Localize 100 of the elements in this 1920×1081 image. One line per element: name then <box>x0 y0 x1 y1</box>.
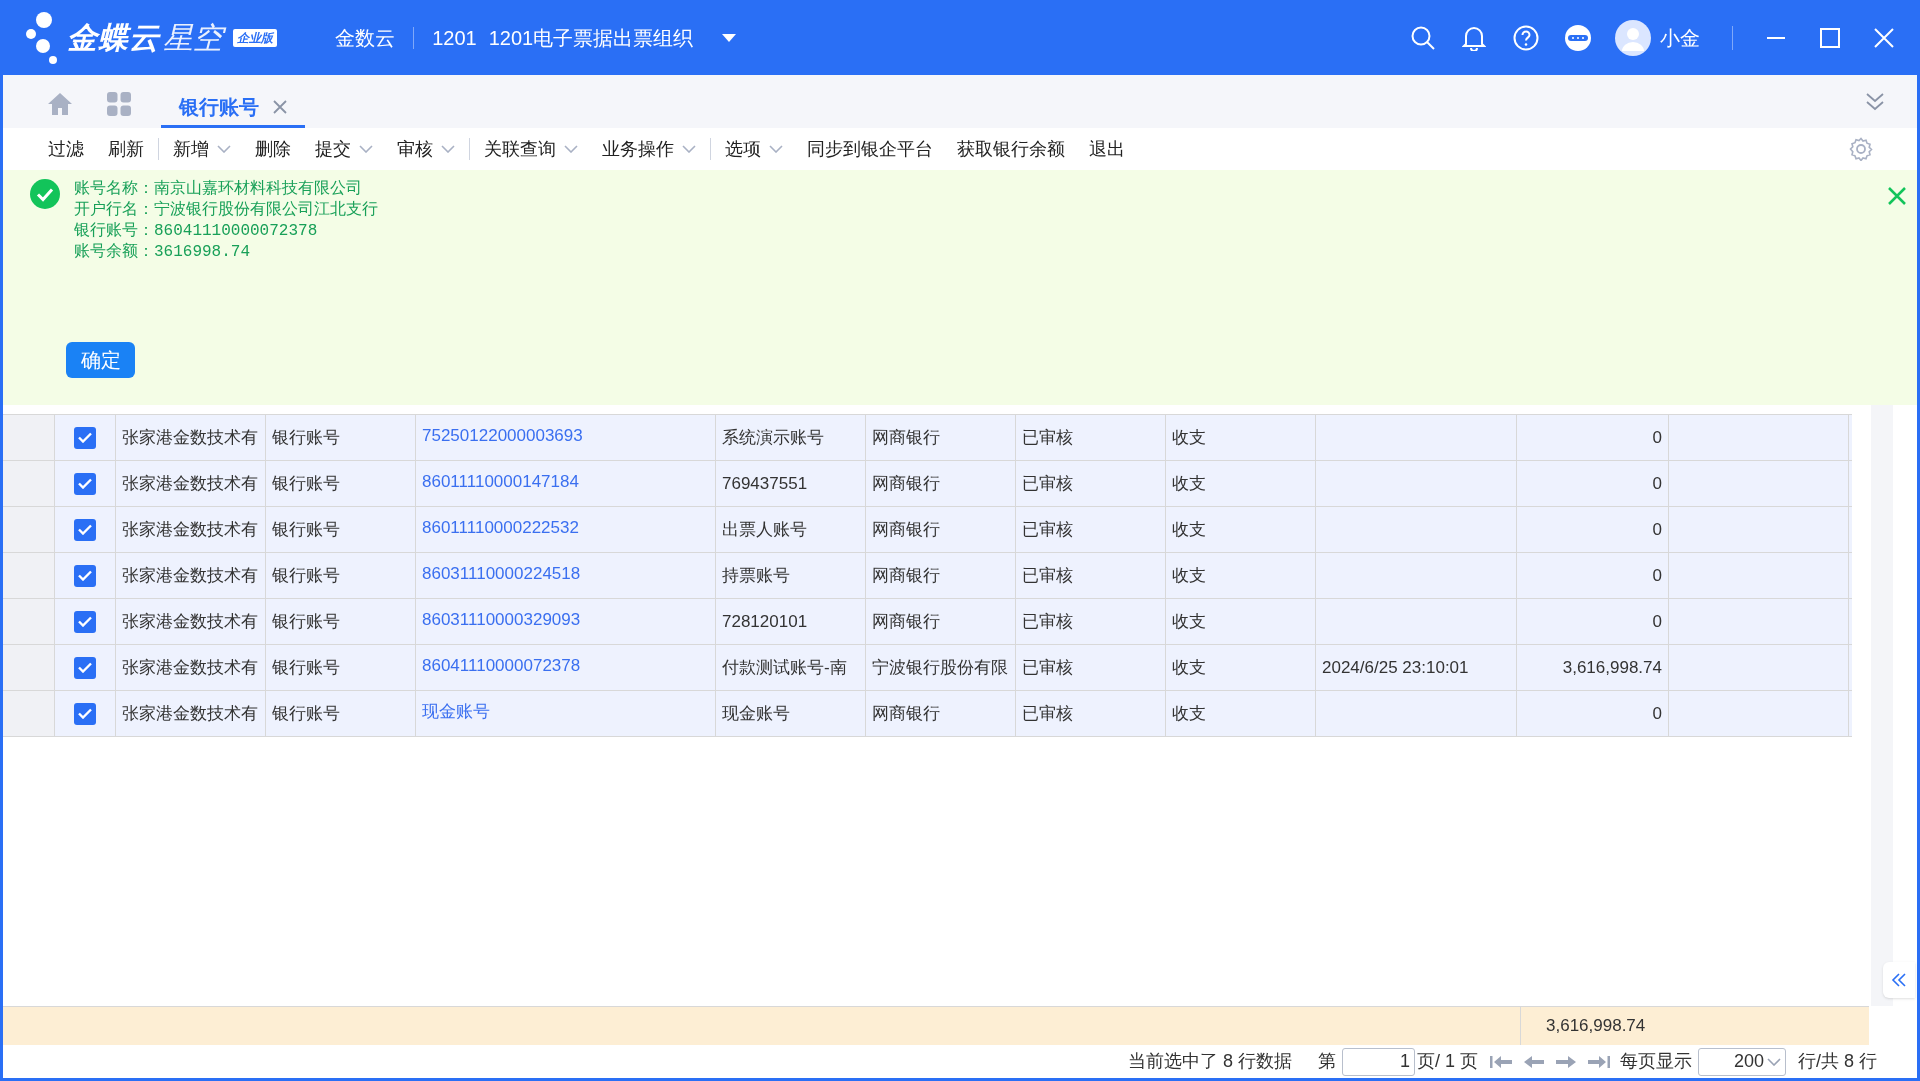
message-line: 开户行名：宁波银行股份有限公司江北支行 <box>74 200 378 221</box>
check-icon <box>78 524 92 535</box>
table-cell-text: 728120101 <box>722 610 808 633</box>
toolbar-button[interactable]: 选项 <box>713 133 795 165</box>
toolbar-button[interactable]: 刷新 <box>96 133 156 165</box>
page-size-label: 每页显示 <box>1620 1050 1692 1073</box>
toolbar-button[interactable]: 退出 <box>1077 133 1137 165</box>
toolbar-button[interactable]: 删除 <box>243 133 303 165</box>
table-cell-text: 银行账号 <box>272 518 340 541</box>
chevron-down-icon <box>682 145 696 153</box>
toolbar-button[interactable]: 新增 <box>161 133 243 165</box>
toolbar-button[interactable]: 同步到银企平台 <box>795 133 945 165</box>
table-cell-text: 收支 <box>1172 610 1206 633</box>
account-link[interactable]: 75250122000003693 <box>422 422 583 449</box>
bell-icon[interactable] <box>1462 24 1486 51</box>
checkbox[interactable] <box>74 656 96 679</box>
table-cell-text: 已审核 <box>1022 656 1073 679</box>
checkbox[interactable] <box>74 610 96 633</box>
org-short-name[interactable]: 金数云 <box>335 22 396 53</box>
table-cell-text: 0 <box>1652 564 1662 587</box>
table-cell-text: 收支 <box>1172 518 1206 541</box>
table-cell-text: 收支 <box>1172 564 1206 587</box>
checkbox[interactable] <box>74 426 96 449</box>
table-cell-text: 张家港金数技术有 <box>122 656 258 679</box>
caret-down-icon[interactable] <box>721 32 738 43</box>
page-size-select[interactable]: 200 <box>1698 1047 1786 1076</box>
toolbar-button[interactable]: 过滤 <box>36 133 96 165</box>
toolbar-button[interactable]: 审核 <box>385 133 467 165</box>
double-chevron-left-icon <box>1891 973 1907 987</box>
table-cell-text: 2024/6/25 23:10:01 <box>1322 656 1469 679</box>
chevron-down-icon <box>441 145 455 153</box>
check-icon <box>78 570 92 581</box>
table-cell-text: 收支 <box>1172 472 1206 495</box>
org-code[interactable]: 1201 <box>432 22 477 53</box>
page-input[interactable]: 1 <box>1341 1047 1415 1076</box>
close-icon[interactable] <box>1887 186 1907 206</box>
table-cell-text: 银行账号 <box>272 564 340 587</box>
chevron-down-icon <box>769 145 783 153</box>
org-name[interactable]: 1201电子票据出票组织 <box>488 22 694 53</box>
settings-icon[interactable] <box>1849 137 1873 161</box>
maximize-icon[interactable] <box>1819 26 1841 49</box>
table-cell-text: 已审核 <box>1022 426 1073 449</box>
check-icon <box>78 662 92 673</box>
success-check-icon <box>30 179 60 209</box>
checkbox[interactable] <box>74 702 96 725</box>
collapse-chevrons-icon[interactable] <box>1865 92 1885 112</box>
close-icon[interactable] <box>273 99 287 114</box>
table-cell-text: 网商银行 <box>872 426 940 449</box>
table-cell-text: 网商银行 <box>872 610 940 633</box>
table-cell-text: 已审核 <box>1022 610 1073 633</box>
help-icon[interactable] <box>1513 24 1539 51</box>
table-cell-text: 已审核 <box>1022 702 1073 725</box>
toolbar-button[interactable]: 业务操作 <box>590 133 708 165</box>
account-link[interactable]: 现金账号 <box>422 698 490 725</box>
account-link[interactable]: 86031110000329093 <box>422 606 581 633</box>
next-page-icon[interactable] <box>1556 1054 1576 1069</box>
first-page-icon[interactable] <box>1490 1054 1512 1069</box>
table-cell-text: 银行账号 <box>272 426 340 449</box>
table-cell-text: 持票账号 <box>722 564 790 587</box>
checkbox[interactable] <box>74 518 96 541</box>
chevron-down-icon <box>359 145 373 153</box>
table-cell-text: 付款测试账号-南 <box>722 656 847 679</box>
chat-icon[interactable] <box>1565 24 1591 51</box>
table-cell-text: 收支 <box>1172 702 1206 725</box>
page-label: 第 <box>1317 1050 1336 1073</box>
search-icon[interactable] <box>1410 24 1436 51</box>
account-link[interactable]: 86011110000147184 <box>422 468 579 495</box>
account-link[interactable]: 86031110000224518 <box>422 560 581 587</box>
user-name[interactable]: 小金 <box>1660 22 1700 53</box>
table-cell-text: 0 <box>1652 518 1662 541</box>
page-count: 页/ 1 页 <box>1416 1050 1478 1073</box>
checkbox[interactable] <box>74 564 96 587</box>
table-cell-text: 网商银行 <box>872 702 940 725</box>
check-icon <box>78 616 92 627</box>
previous-page-icon[interactable] <box>1524 1054 1544 1069</box>
logo-text: 金蝶云 <box>67 20 160 56</box>
table-cell-text: 张家港金数技术有 <box>122 702 258 725</box>
table-cell-text: 已审核 <box>1022 564 1073 587</box>
last-page-icon[interactable] <box>1588 1054 1610 1069</box>
table-cell-text: 已审核 <box>1022 518 1073 541</box>
total-rows-label: 行/共 8 行 <box>1798 1050 1877 1073</box>
account-link[interactable]: 86041110000072378 <box>422 652 581 679</box>
toolbar-button[interactable]: 提交 <box>303 133 385 165</box>
home-icon[interactable] <box>47 92 73 116</box>
avatar-icon[interactable] <box>1615 19 1651 56</box>
toolbar-button[interactable]: 获取银行余额 <box>945 133 1077 165</box>
table-cell-text: 银行账号 <box>272 472 340 495</box>
expand-panel-button[interactable] <box>1883 962 1915 998</box>
total-amount: 3,616,998.74 <box>1545 1015 1646 1038</box>
confirm-button[interactable]: 确定 <box>66 342 135 378</box>
account-link[interactable]: 86011110000222532 <box>422 514 579 541</box>
table-cell-text: 银行账号 <box>272 610 340 633</box>
check-icon <box>78 478 92 489</box>
table-cell-text: 银行账号 <box>272 656 340 679</box>
toolbar-button[interactable]: 关联查询 <box>472 133 590 165</box>
table-cell-text: 0 <box>1652 610 1662 633</box>
check-icon <box>78 432 92 443</box>
message-line: 账号余额：3616998.74 <box>74 242 251 263</box>
checkbox[interactable] <box>74 472 96 495</box>
apps-grid-icon[interactable] <box>107 92 131 116</box>
